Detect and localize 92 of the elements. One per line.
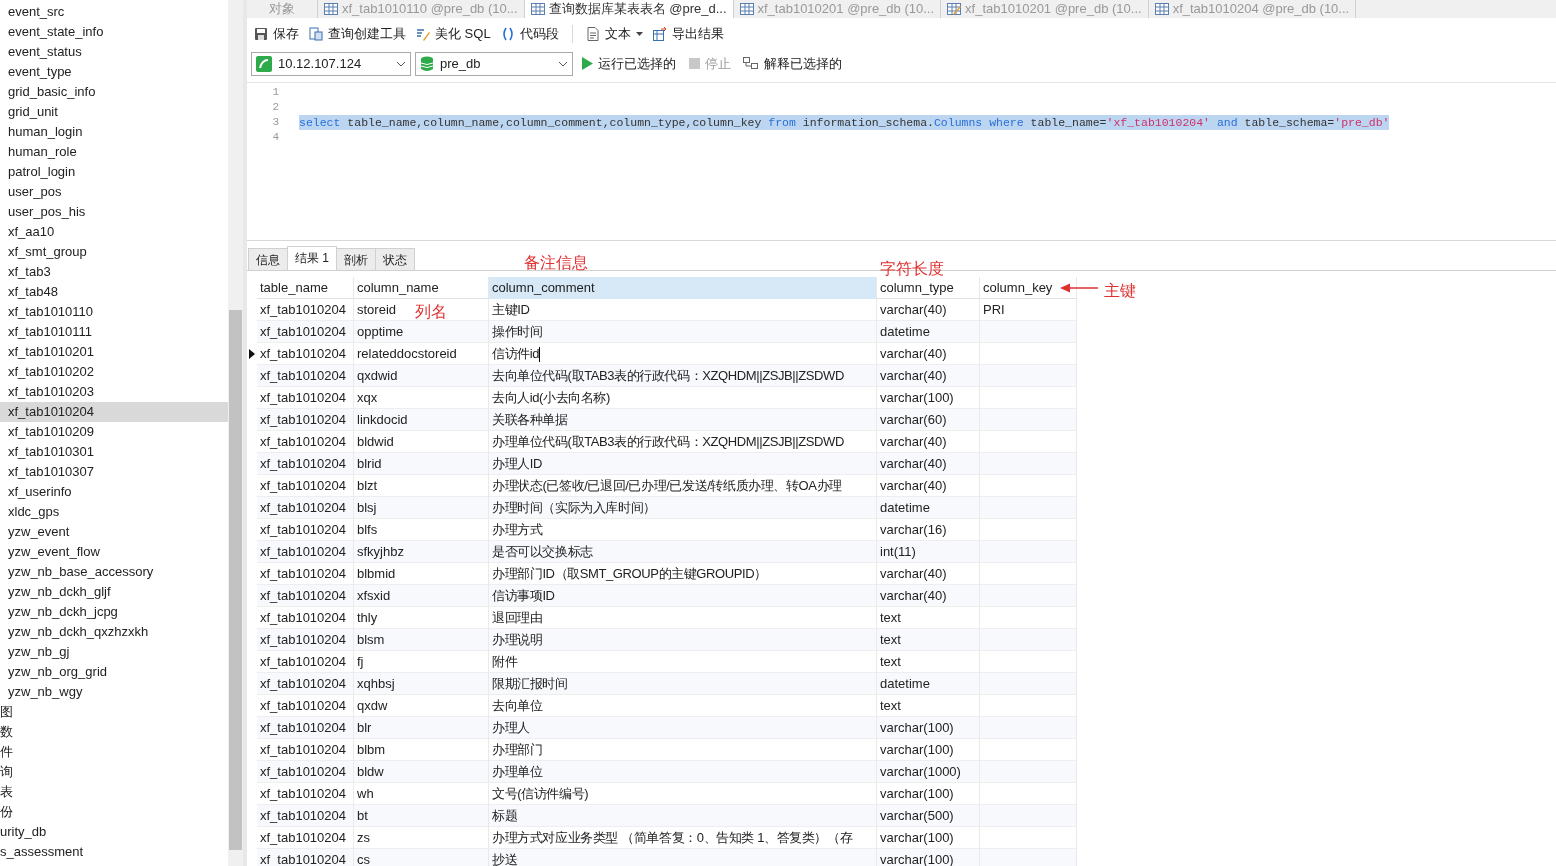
tree-item[interactable]: s_assessment xyxy=(0,842,228,862)
tree-item[interactable]: yzw_event xyxy=(0,522,228,542)
tree-item[interactable]: xf_tab1010209 xyxy=(0,422,228,442)
tree-item[interactable]: event_src xyxy=(0,2,228,22)
text-dropdown-button[interactable]: 文本 xyxy=(582,23,646,45)
tree-item[interactable]: yzw_nb_wgy xyxy=(0,682,228,702)
connection-dropdown[interactable]: 10.12.107.124 xyxy=(251,52,411,76)
annotation-label: 列名 xyxy=(415,302,447,322)
chevron-down-icon xyxy=(558,61,568,67)
result-tab[interactable]: 剖析 xyxy=(336,248,376,270)
document-tab[interactable]: 查询数据库某表表名 @pre_d... xyxy=(524,0,734,18)
table-cell: 抄送 xyxy=(489,849,877,866)
export-icon xyxy=(652,27,667,41)
arrow-icon xyxy=(1060,283,1098,293)
result-tab[interactable]: 信息 xyxy=(248,248,288,270)
tree-item[interactable]: patrol_login xyxy=(0,162,228,182)
tree-item[interactable]: yzw_event_flow xyxy=(0,542,228,562)
table-cell: xf_tab1010204 xyxy=(257,849,354,866)
annotation-label: 字符长度 xyxy=(880,259,944,279)
database-icon xyxy=(420,56,434,72)
tree-item[interactable]: yzw_nb_dckh_gljf xyxy=(0,582,228,602)
toolbar-button[interactable]: 导出结果 xyxy=(649,23,727,45)
table-icon xyxy=(739,2,754,16)
tree-item[interactable]: yzw_nb_dckh_jcpg xyxy=(0,602,228,622)
text-cursor xyxy=(539,346,541,362)
line-number: 2 xyxy=(271,100,280,115)
toolbar-button[interactable]: 解释已选择的 xyxy=(739,53,846,75)
database-dropdown[interactable]: pre_db xyxy=(415,52,573,76)
tree-item[interactable]: xf_userinfo xyxy=(0,482,228,502)
line-number: 1 xyxy=(271,85,280,100)
tree-item[interactable]: xf_tab1010307 xyxy=(0,462,228,482)
tree-item[interactable]: xldc_gps xyxy=(0,502,228,522)
explain-icon xyxy=(743,57,759,71)
tree-item[interactable]: xf_tab1010301 xyxy=(0,442,228,462)
tree-item[interactable]: 数 xyxy=(0,722,228,742)
line-number: 4 xyxy=(271,130,280,145)
tree-item[interactable]: user_pos xyxy=(0,182,228,202)
tree-item[interactable]: grid_unit xyxy=(0,102,228,122)
tree-item[interactable]: 份 xyxy=(0,802,228,822)
connection-icon xyxy=(256,56,272,72)
scrollbar-thumb[interactable] xyxy=(229,310,242,850)
toolbar-button[interactable]: 美化 SQL xyxy=(413,23,494,45)
tree-item[interactable]: xf_tab1010202 xyxy=(0,362,228,382)
toolbar-button[interactable]: 查询创建工具 xyxy=(306,23,409,45)
toolbar-button[interactable]: 保存 xyxy=(251,23,302,45)
brush-icon xyxy=(416,27,430,41)
tree-item[interactable]: event_state_info xyxy=(0,22,228,42)
chevron-down-icon xyxy=(396,61,406,67)
toolbar-button[interactable]: 运行已选择的 xyxy=(577,53,680,75)
tree-item[interactable]: 件 xyxy=(0,742,228,762)
tree-item[interactable]: 询 xyxy=(0,762,228,782)
tree-item[interactable]: 表 xyxy=(0,782,228,802)
tree-item[interactable]: yzw_nb_base_accessory xyxy=(0,562,228,582)
document-icon xyxy=(585,27,600,41)
tree-item[interactable]: human_role xyxy=(0,142,228,162)
tree-item[interactable]: urity_db xyxy=(0,822,228,842)
toolbar-button[interactable]: 代码段 xyxy=(497,23,562,45)
caret-icon xyxy=(635,32,643,36)
tree-item[interactable]: xf_tab48 xyxy=(0,282,228,302)
tree-item[interactable]: xf_tab1010201 xyxy=(0,342,228,362)
tree-item[interactable]: event_status xyxy=(0,42,228,62)
save-icon xyxy=(254,27,268,41)
annotation-label: 主键 xyxy=(1104,281,1136,301)
result-tab[interactable]: 状态 xyxy=(375,248,415,270)
column-header[interactable]: column_comment xyxy=(489,277,877,299)
table-cell: cs xyxy=(354,849,489,866)
table-icon xyxy=(1154,2,1169,16)
stop-icon xyxy=(688,57,700,71)
tree-item[interactable]: xf_tab1010111 xyxy=(0,322,228,342)
annotation-label: 备注信息 xyxy=(524,253,588,273)
pencil-table-icon xyxy=(947,2,962,16)
line-number: 3 xyxy=(271,115,280,130)
parentheses-icon xyxy=(500,27,515,41)
table-icon xyxy=(530,2,545,16)
table-cell: varchar(100) xyxy=(877,849,980,866)
play-icon xyxy=(581,57,593,71)
tree-item[interactable]: xf_aa10 xyxy=(0,222,228,242)
tree-item[interactable]: xf_tab1010203 xyxy=(0,382,228,402)
tree-item[interactable]: user_pos_his xyxy=(0,202,228,222)
tree-item[interactable]: yzw_nb_gj xyxy=(0,642,228,662)
tree-item[interactable]: xf_smt_group xyxy=(0,242,228,262)
tree-item[interactable]: xf_tab1010110 xyxy=(0,302,228,322)
table-icon xyxy=(324,2,338,16)
tree-item[interactable]: event_type xyxy=(0,62,228,82)
tree-item[interactable]: xf_tab3 xyxy=(0,262,228,282)
tree-item[interactable]: grid_basic_info xyxy=(0,82,228,102)
tree-item[interactable]: yzw_nb_dckh_qxzhzxkh xyxy=(0,622,228,642)
query-builder-icon xyxy=(309,27,323,41)
tree-item[interactable]: yzw_nb_org_grid xyxy=(0,662,228,682)
tree-item[interactable]: xf_tab1010204 xyxy=(0,402,228,422)
tree-item[interactable]: human_login xyxy=(0,122,228,142)
tree-item[interactable]: 图 xyxy=(0,702,228,722)
